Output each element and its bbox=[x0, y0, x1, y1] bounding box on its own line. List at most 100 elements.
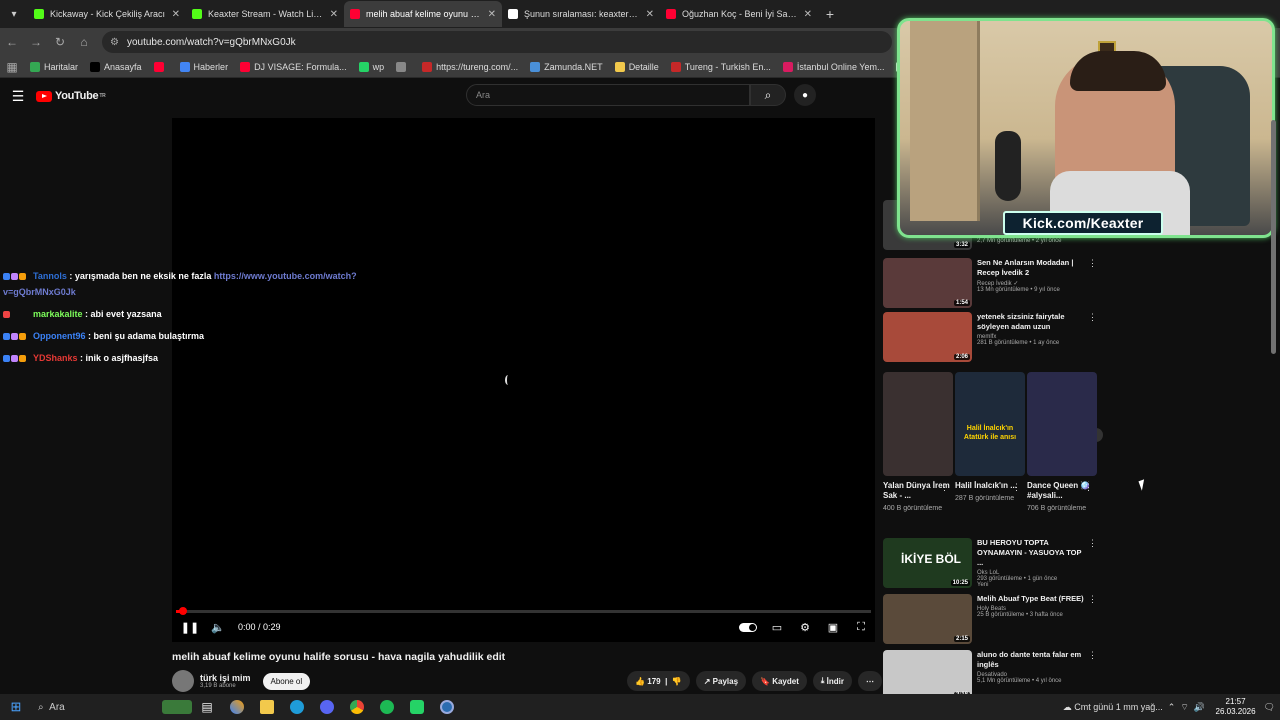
video-title[interactable]: Melih Abuaf Type Beat (FREE) bbox=[977, 594, 1089, 604]
reload-icon[interactable]: ↻ bbox=[48, 35, 72, 49]
spotify-icon[interactable] bbox=[372, 696, 402, 718]
more-options-icon[interactable]: ⋮ bbox=[1088, 258, 1097, 269]
related-video-item[interactable]: 1:54 Sen Ne Anlarsın Modadan | Recep İved… bbox=[883, 258, 1103, 308]
address-bar[interactable]: ⚙ youtube.com/watch?v=gQbrMNxG0Jk bbox=[102, 31, 892, 53]
volume-icon[interactable]: 🔈 bbox=[204, 621, 232, 634]
video-thumbnail[interactable]: 2:15 bbox=[883, 594, 972, 644]
scrollbar-thumb[interactable] bbox=[1271, 120, 1276, 354]
apps-icon[interactable]: ▦ bbox=[0, 60, 24, 74]
browser-tab[interactable]: Şunun sıralaması: keaxter | Yay ✕ bbox=[502, 1, 660, 27]
network-icon[interactable]: ⌔ bbox=[1178, 702, 1191, 713]
bookmark-item[interactable]: Detaille bbox=[614, 61, 659, 72]
bookmark-item[interactable]: DJ VISAGE: Formula... bbox=[240, 61, 347, 72]
bookmark-item[interactable]: İstanbul Online Yem... bbox=[782, 61, 884, 72]
search-button[interactable]: ⌕ bbox=[750, 84, 786, 106]
notification-icon[interactable]: 🗨 bbox=[1264, 702, 1280, 713]
tab-close-icon[interactable]: ✕ bbox=[804, 9, 812, 20]
app-icon[interactable] bbox=[432, 696, 462, 718]
more-options-icon[interactable]: ⋮ bbox=[940, 482, 949, 493]
chrome-icon[interactable] bbox=[342, 696, 372, 718]
windows-start-icon[interactable]: ⊞ bbox=[0, 699, 32, 715]
tab-search-icon[interactable]: ▾ bbox=[0, 0, 28, 28]
channel-avatar[interactable] bbox=[172, 670, 194, 692]
video-thumbnail[interactable]: 1:54 bbox=[883, 258, 972, 308]
video-thumbnail[interactable]: İKİYE BÖL 10:25 bbox=[883, 538, 972, 588]
tab-close-icon[interactable]: ✕ bbox=[646, 9, 654, 20]
volume-tray-icon[interactable]: 🔊 bbox=[1191, 702, 1207, 713]
bookmark-item[interactable]: Anasayfa bbox=[90, 61, 142, 72]
short-item[interactable]: Halil İnalcık'ın Atatürk ile anısı Halil … bbox=[955, 372, 1025, 504]
bookmark-item[interactable]: Tureng - Turkish En... bbox=[670, 61, 771, 72]
subscribe-button[interactable]: Abone ol bbox=[262, 672, 311, 690]
miniplayer-icon[interactable]: ▣ bbox=[819, 621, 847, 634]
widgets-icon[interactable] bbox=[162, 696, 192, 718]
browser-tab[interactable]: Kickaway - Kick Çekiliş Aracı ✕ bbox=[28, 1, 186, 27]
more-options-icon[interactable]: ⋮ bbox=[1084, 482, 1093, 493]
progress-bar[interactable] bbox=[176, 607, 871, 615]
video-title[interactable]: yetenek sizsiniz fairytale söyleyen adam… bbox=[977, 312, 1089, 332]
bookmark-item[interactable] bbox=[153, 61, 168, 72]
video-player[interactable]: ❚❚ 🔈 0:00 / 0:29 ▭ ⚙ ▣ ⛶ bbox=[172, 118, 875, 642]
more-options-icon[interactable]: ⋮ bbox=[1088, 650, 1097, 661]
tray-chevron-icon[interactable]: ⌃ bbox=[1163, 702, 1178, 713]
related-video-item[interactable]: 2:06 yetenek sizsiniz fairytale söyleyen … bbox=[883, 312, 1103, 362]
bookmark-item[interactable]: https://tureng.com/... bbox=[422, 61, 518, 72]
mic-icon[interactable]: ● bbox=[794, 84, 816, 106]
short-thumbnail[interactable]: Halil İnalcık'ın Atatürk ile anısı bbox=[955, 372, 1025, 476]
bookmark-item[interactable] bbox=[396, 61, 410, 72]
scrubber-handle[interactable] bbox=[178, 607, 187, 615]
download-button[interactable]: ⤓ İndir bbox=[812, 671, 852, 691]
related-video-item[interactable]: 2:15 Melih Abuaf Type Beat (FREE) Holy Bea… bbox=[883, 594, 1103, 644]
scrollbar[interactable] bbox=[1271, 120, 1276, 690]
fullscreen-icon[interactable]: ⛶ bbox=[847, 621, 875, 634]
autoplay-toggle[interactable] bbox=[739, 622, 757, 632]
copilot-icon[interactable] bbox=[222, 696, 252, 718]
channel-name[interactable]: türk işi mim bbox=[200, 673, 251, 683]
subtitles-icon[interactable]: ▭ bbox=[763, 621, 791, 634]
forward-icon[interactable]: → bbox=[24, 35, 48, 49]
save-button[interactable]: 🔖 Kaydet bbox=[752, 671, 807, 691]
new-tab-button[interactable]: + bbox=[818, 6, 842, 22]
whatsapp-icon[interactable] bbox=[402, 696, 432, 718]
task-view-icon[interactable]: ▤ bbox=[192, 696, 222, 718]
share-button[interactable]: ↗ Paylaş bbox=[695, 671, 747, 691]
bookmark-item[interactable]: wp bbox=[358, 61, 384, 72]
video-channel[interactable]: Recep İvedik ✓ bbox=[977, 280, 1089, 287]
video-thumbnail[interactable]: 2:06 bbox=[883, 312, 972, 362]
taskbar-search[interactable]: ⌕ Ara bbox=[32, 696, 162, 718]
more-actions-icon[interactable]: ⋯ bbox=[858, 671, 882, 691]
bookmark-item[interactable]: Haritalar bbox=[30, 61, 78, 72]
video-title[interactable]: BU HEROYU TOPTA OYNAMAYIN - YASUOYA TOP … bbox=[977, 538, 1089, 568]
video-title[interactable]: aluno do dante tenta falar em inglês bbox=[977, 650, 1089, 670]
back-icon[interactable]: ← bbox=[0, 35, 24, 49]
edge-icon[interactable] bbox=[282, 696, 312, 718]
browser-tab[interactable]: Keaxter Stream - Watch Live on ✕ bbox=[186, 1, 344, 27]
site-info-icon[interactable]: ⚙ bbox=[110, 37, 119, 48]
search-input[interactable]: Ara bbox=[466, 84, 750, 106]
settings-gear-icon[interactable]: ⚙ bbox=[791, 621, 819, 634]
pause-icon[interactable]: ❚❚ bbox=[176, 621, 204, 634]
clock[interactable]: 21:57 26.03.2026 bbox=[1216, 697, 1256, 717]
short-thumbnail[interactable] bbox=[883, 372, 953, 476]
youtube-logo[interactable]: YouTube TR bbox=[36, 90, 106, 102]
dislike-icon[interactable]: | 👎 bbox=[661, 677, 682, 686]
like-button[interactable]: 👍 179 | 👎 bbox=[627, 671, 690, 691]
home-icon[interactable]: ⌂ bbox=[72, 35, 96, 49]
file-explorer-icon[interactable] bbox=[252, 696, 282, 718]
bookmark-item[interactable]: Zamunda.NET bbox=[530, 61, 603, 72]
bookmark-item[interactable]: Haberler bbox=[179, 61, 228, 72]
tab-close-icon[interactable]: ✕ bbox=[488, 9, 496, 20]
related-video-item[interactable]: 2:18aluno do dante tenta falar em inglês… bbox=[883, 650, 1103, 700]
video-thumbnail[interactable]: 2:18 bbox=[883, 650, 972, 700]
short-item[interactable]: Dance Queen 🪩 #alysali... 706 B görüntüle… bbox=[1027, 372, 1097, 514]
browser-tab[interactable]: melih abuaf kelime oyunu halif ✕ bbox=[344, 1, 502, 27]
more-options-icon[interactable]: ⋮ bbox=[1088, 312, 1097, 323]
related-video-item[interactable]: İKİYE BÖL 10:25 BU HEROYU TOPTA OYNAMAYIN … bbox=[883, 538, 1103, 588]
weather-text[interactable]: Cmt günü 1 mm yağ... bbox=[1074, 702, 1163, 712]
browser-tab[interactable]: Oğuzhan Koç - Beni İyi Sanıyor ✕ bbox=[660, 1, 818, 27]
video-title[interactable]: Sen Ne Anlarsın Modadan | Recep İvedik 2 bbox=[977, 258, 1089, 278]
menu-icon[interactable]: ☰ bbox=[0, 88, 36, 105]
short-item[interactable]: Yalan Dünya İrem Sak - ... 400 B görüntül… bbox=[883, 372, 953, 514]
discord-icon[interactable] bbox=[312, 696, 342, 718]
tab-close-icon[interactable]: ✕ bbox=[330, 9, 338, 20]
